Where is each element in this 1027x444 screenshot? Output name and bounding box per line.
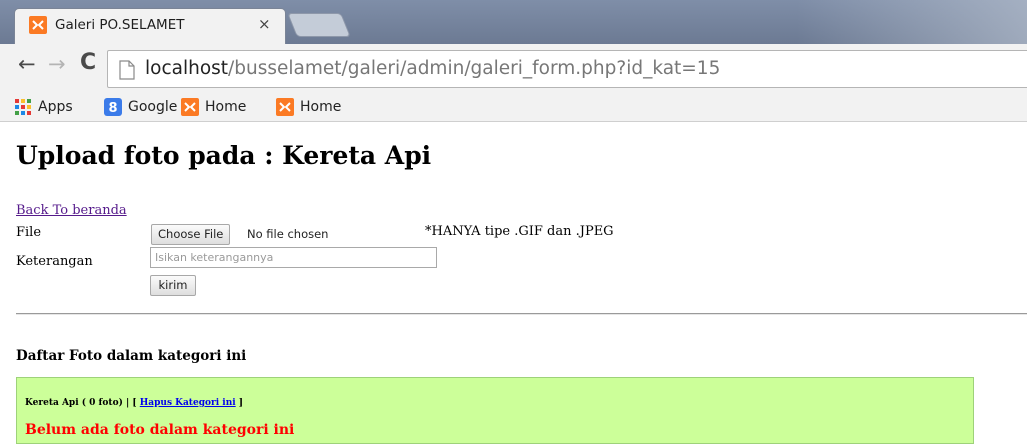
bookmark-label: Home (205, 99, 247, 115)
close-tab-icon[interactable]: × (258, 15, 271, 33)
bookmarks-bar: Apps 8 Google Home Home (0, 94, 1027, 122)
address-bar[interactable]: localhost/busselamet/galeri/admin/galeri… (107, 50, 1027, 88)
bookmark-label: Apps (38, 99, 73, 115)
page-icon (119, 60, 135, 80)
svg-text:8: 8 (108, 101, 117, 116)
keterangan-label: Keterangan (16, 254, 93, 269)
browser-tab[interactable]: Galeri PO.SELAMET × (14, 8, 286, 44)
url-host: localhost (145, 58, 229, 79)
browser-toolbar: ← → C localhost/busselamet/galeri/admin/… (0, 44, 1027, 94)
page-title: Upload foto pada : Kereta Api (16, 141, 432, 170)
page-content: Upload foto pada : Kereta Api Back To be… (0, 123, 1027, 444)
keterangan-input[interactable]: Isikan keterangannya (150, 247, 437, 268)
bookmark-home-2[interactable]: Home (276, 98, 341, 116)
bookmark-label: Home (300, 99, 342, 115)
back-arrow-icon[interactable]: ← (18, 52, 36, 76)
back-to-home-link[interactable]: Back To beranda (16, 203, 127, 218)
choose-file-button[interactable]: Choose File (151, 224, 231, 245)
delete-category-link[interactable]: Hapus Kategori ini (140, 398, 236, 408)
empty-category-message: Belum ada foto dalam kategori ini (25, 422, 295, 438)
tab-strip: Galeri PO.SELAMET × (0, 0, 1027, 44)
forward-arrow-icon[interactable]: → (48, 52, 66, 76)
xampp-icon (29, 16, 47, 34)
bookmark-label: Google (128, 99, 178, 115)
category-suffix: ] (235, 398, 244, 408)
tab-title: Galeri PO.SELAMET (55, 17, 185, 33)
url-text: localhost/busselamet/galeri/admin/galeri… (145, 58, 720, 79)
google-icon: 8 (104, 98, 122, 116)
file-type-hint: *HANYA tipe .GIF dan .JPEG (425, 224, 614, 239)
bookmark-google[interactable]: 8 Google (104, 98, 177, 116)
bookmark-apps[interactable]: Apps (14, 98, 73, 116)
submit-button[interactable]: kirim (150, 275, 196, 296)
category-box: Kereta Api ( 0 foto) | [ Hapus Kategori … (16, 377, 974, 444)
bookmark-home-1[interactable]: Home (181, 98, 246, 116)
apps-grid-icon (15, 99, 31, 115)
category-summary: Kereta Api ( 0 foto) | [ (25, 398, 140, 408)
new-tab-button[interactable] (287, 13, 351, 37)
divider (16, 313, 1027, 315)
no-file-text: No file chosen (247, 227, 329, 241)
tabstrip-background (797, 0, 1027, 44)
photo-list-title: Daftar Foto dalam kategori ini (16, 348, 247, 364)
xampp-icon (181, 98, 199, 116)
xampp-icon (276, 98, 294, 116)
file-label: File (16, 225, 42, 240)
url-path: /busselamet/galeri/admin/galeri_form.php… (228, 58, 721, 79)
reload-icon[interactable]: C (80, 50, 96, 75)
category-info: Kereta Api ( 0 foto) | [ Hapus Kategori … (25, 398, 243, 408)
